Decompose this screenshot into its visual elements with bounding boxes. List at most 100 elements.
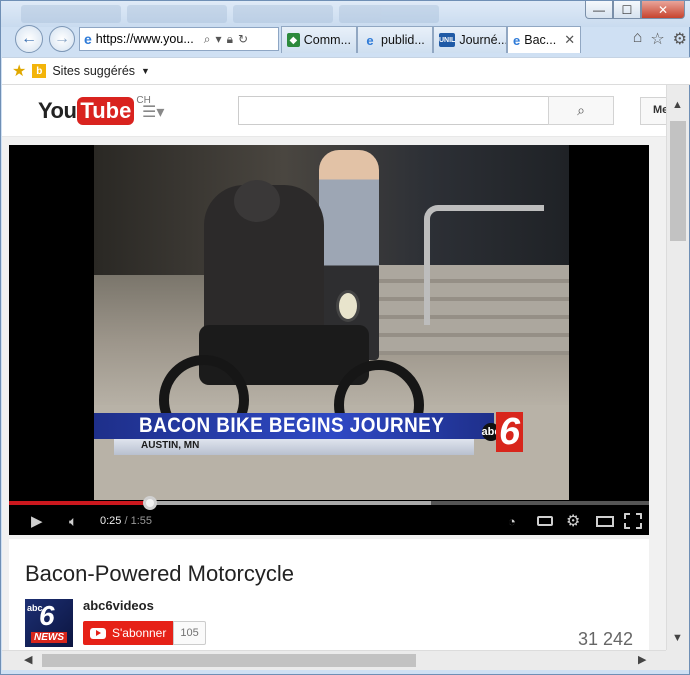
youtube-logo[interactable]: You Tube CH xyxy=(38,95,151,125)
play-icon[interactable]: ▶ xyxy=(31,512,43,530)
forward-button[interactable]: → xyxy=(49,26,75,52)
tab-publid[interactable]: e publid... xyxy=(357,26,433,53)
minimize-button[interactable]: — xyxy=(585,1,613,19)
maximize-button[interactable]: ☐ xyxy=(613,1,641,19)
unil-icon: UNIL xyxy=(439,33,456,47)
search-icon: ⌕ xyxy=(577,102,585,118)
volume-icon[interactable]: 🔈︎ xyxy=(69,513,77,530)
background-taskbar-ghost xyxy=(21,5,439,23)
tab-comm[interactable]: ◆ Comm... xyxy=(281,26,357,53)
news-lower-third: BACON BIKE BEGINS JOURNEY AUSTIN, MN abc… xyxy=(94,412,569,457)
bing-icon: b xyxy=(32,64,47,78)
suggested-sites-link[interactable]: Sites suggérés xyxy=(52,64,135,78)
add-favorite-icon[interactable]: ★ xyxy=(12,61,26,81)
tab-label: Comm... xyxy=(303,33,351,47)
theater-mode-icon[interactable] xyxy=(596,515,614,527)
subscribe-button-group: S'abonner 105 xyxy=(83,621,206,645)
vertical-scroll-thumb[interactable] xyxy=(670,121,686,241)
settings-gear-icon[interactable]: ⚙ xyxy=(566,511,580,531)
back-button[interactable]: ← xyxy=(15,25,43,53)
progress-played xyxy=(9,501,150,505)
tab-label: Journé... xyxy=(459,33,507,47)
subscriber-count: 105 xyxy=(173,621,206,645)
address-url[interactable]: https://www.you... xyxy=(96,32,196,46)
watch-later-clock-icon[interactable]: ◔ xyxy=(508,514,516,529)
horizontal-scroll-thumb[interactable] xyxy=(42,654,416,667)
home-icon[interactable]: ⌂ xyxy=(633,29,643,49)
favorites-star-icon[interactable]: ☆ xyxy=(650,29,664,49)
ghost-tab xyxy=(339,5,439,23)
scene-headlight xyxy=(336,290,360,322)
video-info-panel: Bacon-Powered Motorcycle abc 6 NEWS abc6… xyxy=(9,539,649,650)
avatar-news: NEWS xyxy=(31,632,67,643)
refresh-icon[interactable]: ↻ xyxy=(238,32,248,47)
dropdown-arrow-icon[interactable]: ▾ xyxy=(216,32,222,47)
captions-icon[interactable] xyxy=(537,516,553,526)
tab-label: Bac... xyxy=(524,33,557,47)
scroll-down-arrow-icon[interactable]: ▼ xyxy=(672,632,683,644)
scene-helmet xyxy=(234,180,280,222)
page-viewport: You Tube CH ☰▾ ⌕ Me BACON BIKE BEGINS JO… xyxy=(2,85,666,650)
time-separator: / xyxy=(124,515,128,527)
browser-tools: ⌂ ☆ ⚙ xyxy=(633,29,687,49)
forward-arrow-icon: → xyxy=(54,30,70,47)
address-bar[interactable]: e https://www.you... ⌕ ▾ 🔒︎ ↻ xyxy=(79,27,279,51)
ie-icon: e xyxy=(366,32,374,48)
search-icon[interactable]: ⌕ xyxy=(204,32,211,47)
browser-window: — ☐ ✕ ← → e https://www.you... ⌕ ▾ 🔒︎ ↻ … xyxy=(0,0,690,675)
tab-journee[interactable]: UNIL Journé... xyxy=(433,26,507,53)
horizontal-scrollbar[interactable]: ◀ ▶ xyxy=(2,650,666,670)
station-number: 6 xyxy=(496,412,524,452)
chevron-down-icon[interactable]: ▼ xyxy=(141,66,150,76)
guide-menu-icon[interactable]: ☰▾ xyxy=(142,102,164,122)
ghost-tab xyxy=(21,5,121,23)
ie-icon: e xyxy=(513,32,521,48)
search-input[interactable] xyxy=(238,96,549,125)
youtube-header: You Tube CH ☰▾ ⌕ Me xyxy=(2,85,666,137)
shield-icon: ◆ xyxy=(287,33,300,47)
current-time: 0:25 xyxy=(100,515,122,527)
duration: 1:55 xyxy=(130,515,153,527)
scroll-right-arrow-icon[interactable]: ▶ xyxy=(638,653,646,666)
tab-strip: ◆ Comm... e publid... UNIL Journé... e B… xyxy=(281,26,581,53)
channel-name-link[interactable]: abc6videos xyxy=(83,598,154,613)
fullscreen-icon[interactable] xyxy=(624,513,642,529)
logo-you-text: You xyxy=(38,98,77,123)
video-frame[interactable]: BACON BIKE BEGINS JOURNEY AUSTIN, MN abc… xyxy=(94,145,569,500)
back-arrow-icon: ← xyxy=(21,30,37,47)
close-window-button[interactable]: ✕ xyxy=(641,1,685,19)
video-title: Bacon-Powered Motorcycle xyxy=(25,561,295,586)
scrollbar-corner xyxy=(666,650,689,670)
favorites-bar: ★ b Sites suggérés ▼ xyxy=(2,57,690,85)
station-logo: abc 6 xyxy=(482,407,526,457)
tab-label: publid... xyxy=(381,33,425,47)
lock-icon[interactable]: 🔒︎ xyxy=(227,32,233,47)
scene-railing xyxy=(424,205,544,325)
ghost-tab xyxy=(127,5,227,23)
search-button[interactable]: ⌕ xyxy=(548,96,614,125)
scroll-up-arrow-icon[interactable]: ▲ xyxy=(672,99,683,111)
youtube-play-icon xyxy=(90,627,106,639)
window-controls: — ☐ ✕ xyxy=(585,1,685,19)
logo-tube-text: Tube xyxy=(77,97,135,125)
close-tab-icon[interactable]: ✕ xyxy=(564,32,575,48)
ghost-tab xyxy=(233,5,333,23)
avatar-num: 6 xyxy=(39,600,55,631)
tab-bacon-active[interactable]: e Bac... ✕ xyxy=(507,26,581,53)
channel-avatar[interactable]: abc 6 NEWS xyxy=(25,599,73,647)
news-headline: BACON BIKE BEGINS JOURNEY xyxy=(139,414,445,437)
news-location: AUSTIN, MN xyxy=(141,440,200,451)
signin-button[interactable]: Me xyxy=(640,97,666,125)
view-count: 31 242 xyxy=(577,629,633,649)
vertical-scrollbar[interactable]: ▲ ▼ xyxy=(666,85,689,650)
subscribe-label: S'abonner xyxy=(112,626,167,640)
player-controls: ▶ 🔈︎ 0:25 / 1:55 ◔ ⚙ xyxy=(9,507,649,535)
progress-bar[interactable] xyxy=(9,496,649,510)
time-display: 0:25 / 1:55 xyxy=(100,515,152,527)
gear-icon[interactable]: ⚙ xyxy=(673,29,687,49)
ie-page-icon: e xyxy=(84,31,92,47)
subscribe-button[interactable]: S'abonner xyxy=(83,621,174,645)
video-player[interactable]: BACON BIKE BEGINS JOURNEY AUSTIN, MN abc… xyxy=(9,145,649,535)
scroll-left-arrow-icon[interactable]: ◀ xyxy=(24,653,32,666)
navigation-bar: ← → e https://www.you... ⌕ ▾ 🔒︎ ↻ ◆ Comm… xyxy=(1,23,690,55)
